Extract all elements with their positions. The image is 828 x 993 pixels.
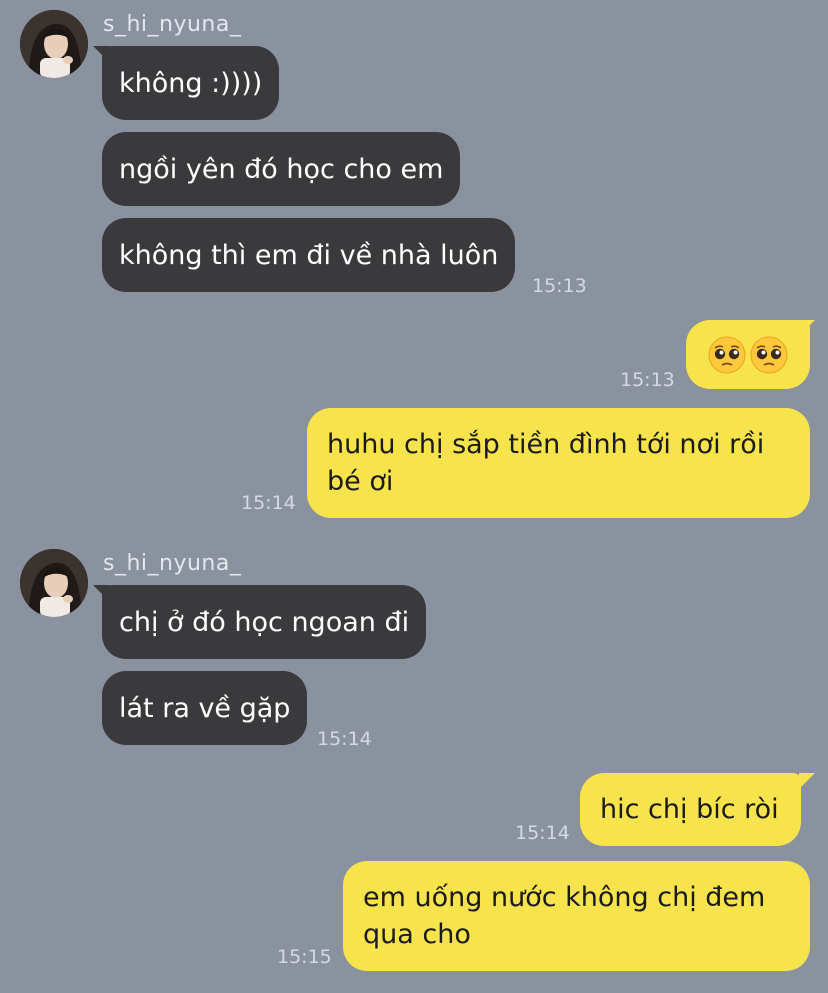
message-timestamp: 15:15 (277, 946, 332, 968)
outgoing-message[interactable]: em uống nước không chị đem qua cho (343, 861, 810, 971)
message-timestamp: 15:14 (241, 492, 296, 514)
incoming-message[interactable]: ngồi yên đó học cho em (102, 132, 461, 206)
message-timestamp: 15:14 (317, 728, 372, 750)
sender-name: s_hi_nyuna_ (103, 551, 242, 576)
bubble-tail (93, 46, 109, 62)
message-text: hic chị bíc ròi (600, 794, 779, 825)
sender-avatar[interactable] (20, 549, 88, 617)
incoming-message[interactable]: không thì em đi về nhà luôn (102, 218, 516, 292)
sender-avatar[interactable] (20, 10, 88, 78)
bubble-tail (93, 585, 109, 601)
message-text: lát ra về gặp (119, 692, 291, 724)
message-text-line: qua cho (363, 919, 471, 950)
pleading-face-icon (708, 336, 746, 374)
message-text: chị ở đó học ngoan đi (119, 606, 410, 638)
incoming-message[interactable]: chị ở đó học ngoan đi (102, 585, 427, 659)
message-timestamp: 15:13 (620, 369, 675, 391)
pleading-face-icon (750, 336, 788, 374)
incoming-message[interactable]: không :)))) (102, 46, 280, 120)
message-timestamp: 15:14 (515, 822, 570, 844)
chat-thread[interactable]: s_hi_nyuna_ không :)))) ngồi yên đó học … (0, 0, 828, 993)
message-text-line: em uống nước không chị đem (363, 882, 766, 913)
message-text: ngồi yên đó học cho em (119, 153, 444, 185)
outgoing-message[interactable]: huhu chị sắp tiền đình tới nơi rồi bé ơi (307, 408, 810, 518)
incoming-message[interactable]: lát ra về gặp (102, 671, 308, 745)
message-timestamp: 15:13 (532, 275, 587, 297)
outgoing-message[interactable]: hic chị bíc ròi (580, 773, 801, 846)
sender-name: s_hi_nyuna_ (103, 12, 242, 37)
message-text: không :)))) (119, 67, 263, 99)
message-text-line: bé ơi (327, 466, 394, 497)
bubble-tail (799, 773, 815, 789)
outgoing-message[interactable] (686, 320, 810, 389)
message-text-line: huhu chị sắp tiền đình tới nơi rồi (327, 429, 765, 460)
message-text: không thì em đi về nhà luôn (119, 239, 499, 271)
